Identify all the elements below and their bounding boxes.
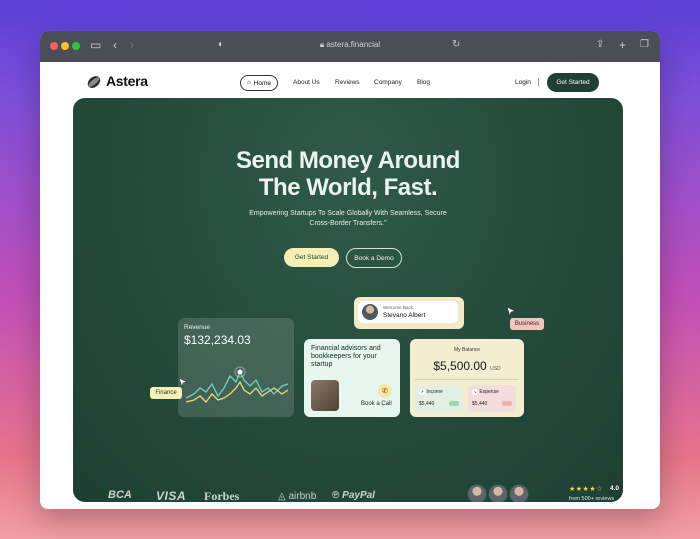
balance-amount-row: $5,500.00 USD bbox=[410, 359, 524, 373]
share-icon[interactable]: ⇪ bbox=[596, 39, 604, 50]
book-call-link[interactable]: Book a Call bbox=[361, 401, 392, 407]
welcome-label: Welcome Back, bbox=[383, 305, 415, 310]
nav-reviews[interactable]: Reviews bbox=[335, 79, 360, 86]
expense-value: $5,440 bbox=[472, 401, 488, 407]
review-count: from 500+ reviews bbox=[569, 496, 615, 502]
advisor-photo bbox=[311, 380, 339, 411]
revenue-title: Revenue bbox=[184, 324, 211, 331]
welcome-name: Stevano Albert bbox=[383, 312, 426, 319]
partner-logo-visa: VISA bbox=[156, 489, 187, 502]
url-text: astera.financial bbox=[326, 40, 381, 49]
income-label: ↗ Income bbox=[419, 389, 443, 395]
partner-logo-bca: BCA bbox=[108, 489, 132, 501]
partner-logo-forbes: Forbes bbox=[204, 489, 240, 502]
nav-home-label: Home bbox=[253, 79, 271, 87]
reviewer-avatar bbox=[509, 484, 529, 502]
welcome-card-inner: Welcome Back, Stevano Albert bbox=[358, 301, 458, 323]
revenue-amount: $132,234.03 bbox=[184, 333, 251, 347]
hero-title-line1: Send Money Around bbox=[236, 147, 460, 174]
nav-about[interactable]: About Us bbox=[293, 79, 320, 86]
cursor-icon bbox=[178, 377, 188, 388]
hero-subtitle-line2: Cross-Border Transfers." bbox=[309, 220, 387, 227]
balance-label: My Balance bbox=[453, 347, 481, 353]
login-link[interactable]: Login bbox=[515, 79, 531, 86]
book-demo-button[interactable]: Book a Demo bbox=[346, 248, 402, 268]
phone-icon[interactable]: ✆ bbox=[378, 384, 392, 398]
reviewer-avatar bbox=[467, 484, 487, 502]
expense-badge bbox=[502, 401, 512, 406]
hero-title: Send Money Around The World, Fast. bbox=[73, 147, 623, 201]
advisor-text: Financial advisors and bookkeepers for y… bbox=[311, 345, 381, 368]
reviewer-avatar bbox=[488, 484, 508, 502]
new-tab-icon[interactable]: + bbox=[619, 38, 626, 52]
balance-amount: $5,500.00 bbox=[433, 359, 487, 373]
expense-label: ↘ Expense bbox=[472, 389, 499, 395]
income-value: $5,440 bbox=[419, 401, 435, 407]
header-get-started-button[interactable]: Get Started bbox=[547, 73, 599, 92]
income-arrow-icon: ↗ bbox=[419, 389, 425, 395]
paypal-icon: ℗ bbox=[332, 490, 340, 501]
balance-currency: USD bbox=[490, 366, 501, 372]
balance-divider bbox=[415, 379, 519, 380]
income-label-text: Income bbox=[426, 389, 443, 395]
tab-overview-icon[interactable]: ❐ bbox=[640, 39, 649, 50]
expense-arrow-icon: ↘ bbox=[472, 389, 478, 395]
cursor-icon bbox=[506, 306, 516, 317]
partner-name-airbnb: airbnb bbox=[288, 491, 317, 502]
revenue-sparkline bbox=[185, 366, 289, 403]
user-avatar bbox=[362, 304, 378, 320]
partner-logo-paypal: ℗ PayPal bbox=[332, 490, 375, 501]
hero-section: Send Money Around The World, Fast. Empow… bbox=[73, 98, 623, 502]
hero-subtitle-line1: Empowering Startups To Scale Globally Wi… bbox=[249, 210, 447, 217]
nav-blog[interactable]: Blog bbox=[417, 79, 430, 86]
income-box: ↗ Income $5,440 bbox=[415, 385, 463, 412]
browser-window: ▭ ‹ › ◐ 🔒︎ astera.financial ↻ ⇪ + ❐ Aste… bbox=[40, 31, 660, 509]
partner-name-paypal: PayPal bbox=[342, 490, 375, 501]
welcome-card: Welcome Back, Stevano Albert bbox=[354, 297, 464, 329]
nav-home[interactable]: ⌂ Home bbox=[240, 75, 278, 91]
address-bar[interactable]: 🔒︎ astera.financial bbox=[40, 40, 660, 50]
lock-icon: 🔒︎ bbox=[319, 40, 325, 49]
income-badge bbox=[449, 401, 459, 406]
expense-box: ↘ Expense $5,440 bbox=[468, 385, 516, 412]
partner-logo-airbnb: ◬ airbnb bbox=[278, 491, 316, 502]
hero-subtitle: Empowering Startups To Scale Globally Wi… bbox=[73, 209, 623, 229]
astera-logo-icon[interactable] bbox=[86, 74, 102, 90]
browser-toolbar: ▭ ‹ › ◐ 🔒︎ astera.financial ↻ ⇪ + ❐ bbox=[40, 31, 660, 62]
balance-card: My Balance $5,500.00 USD ↗ Income $5,440… bbox=[410, 339, 524, 417]
revenue-card: Revenue $132,234.03 bbox=[178, 318, 294, 417]
reload-icon[interactable]: ↻ bbox=[452, 39, 460, 50]
finance-tag: Finance bbox=[150, 387, 182, 399]
rating-stars-icon: ★★★★☆ bbox=[569, 486, 603, 493]
expense-label-text: Expense bbox=[479, 389, 499, 395]
home-icon: ⌂ bbox=[247, 80, 251, 86]
airbnb-icon: ◬ bbox=[278, 491, 286, 502]
business-tag: Business bbox=[510, 318, 544, 330]
hero-get-started-button[interactable]: Get Started bbox=[284, 248, 339, 267]
brand-name[interactable]: Astera bbox=[106, 73, 148, 89]
rating-value: 4.0 bbox=[610, 485, 620, 492]
advisor-card: Financial advisors and bookkeepers for y… bbox=[304, 339, 400, 417]
nav-company[interactable]: Company bbox=[374, 79, 402, 86]
hero-title-line2: The World, Fast. bbox=[258, 174, 438, 201]
nav-divider bbox=[538, 78, 539, 86]
